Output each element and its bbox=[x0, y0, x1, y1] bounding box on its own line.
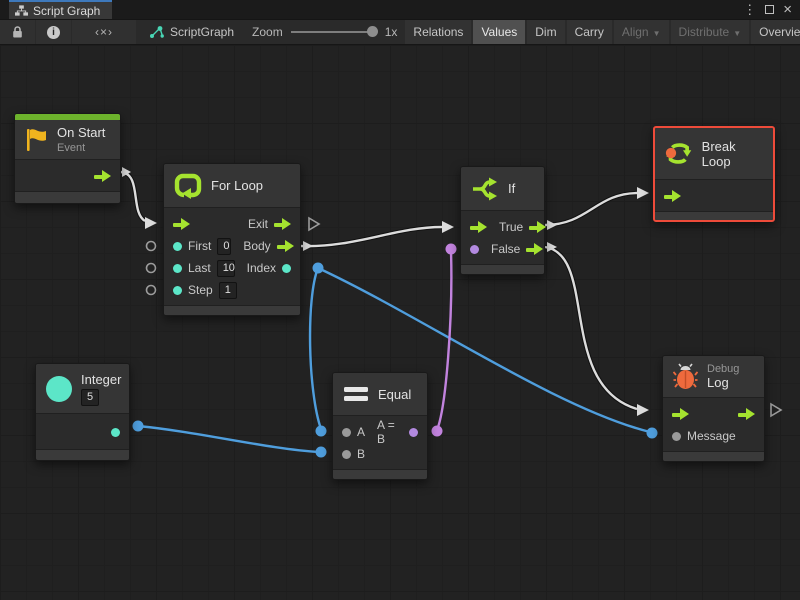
unity-script-graph-window: Script Graph ⋮ × i ‹×› bbox=[0, 0, 800, 600]
body-port-label: Body bbox=[243, 239, 270, 253]
toolbar-buttons: Relations Values Dim Carry Align ▼ Distr… bbox=[405, 20, 800, 44]
integer-value-field[interactable]: 5 bbox=[81, 389, 99, 406]
node-footer bbox=[333, 469, 427, 479]
values-button[interactable]: Values bbox=[473, 20, 525, 44]
body-output-port[interactable] bbox=[277, 240, 294, 252]
node-title: Equal bbox=[378, 387, 411, 402]
last-value-field[interactable]: 10 bbox=[217, 260, 235, 277]
false-port-label: False bbox=[491, 242, 520, 256]
code-icon: ‹×› bbox=[95, 25, 113, 39]
index-output-port[interactable] bbox=[282, 264, 291, 273]
exit-port-label: Exit bbox=[248, 217, 268, 231]
last-input-port[interactable] bbox=[173, 264, 182, 273]
title-bar: Script Graph ⋮ × bbox=[0, 0, 800, 19]
index-port-label: Index bbox=[247, 261, 276, 275]
b-port-label: B bbox=[357, 447, 365, 461]
node-on-start[interactable]: On Start Event bbox=[14, 113, 121, 204]
window-menu-button[interactable]: ⋮ bbox=[743, 2, 756, 18]
overview-button[interactable]: Overview bbox=[751, 20, 800, 44]
align-dropdown[interactable]: Align ▼ bbox=[614, 20, 669, 44]
node-break-loop[interactable]: Break Loop bbox=[653, 126, 775, 222]
break-loop-icon bbox=[665, 140, 693, 167]
graph-toolbar: i ‹×› ScriptGraph Zoom 1x Relations bbox=[0, 19, 800, 45]
carry-button[interactable]: Carry bbox=[567, 20, 612, 44]
script-graph-icon bbox=[149, 25, 164, 39]
enter-input-port[interactable] bbox=[173, 218, 190, 230]
tab-title: Script Graph bbox=[33, 4, 100, 18]
tab-script-graph[interactable]: Script Graph bbox=[9, 0, 112, 19]
step-port-label: Step bbox=[188, 283, 213, 297]
edit-source-button[interactable]: ‹×› bbox=[72, 20, 136, 44]
node-debug-log[interactable]: Debug Log Message bbox=[662, 355, 765, 462]
a-input-port[interactable] bbox=[342, 428, 351, 437]
node-title: Log bbox=[707, 375, 739, 390]
graph-name-label: ScriptGraph bbox=[170, 25, 234, 39]
zoom-slider-handle[interactable] bbox=[367, 26, 378, 37]
equals-icon bbox=[343, 386, 369, 402]
first-value-field[interactable]: 0 bbox=[217, 238, 231, 255]
zoom-value: 1x bbox=[385, 25, 398, 39]
lock-icon bbox=[11, 25, 24, 39]
window-maximize-button[interactable] bbox=[765, 5, 774, 14]
graph-identity: ScriptGraph bbox=[137, 20, 246, 44]
node-footer bbox=[461, 264, 544, 274]
node-footer bbox=[164, 305, 300, 315]
condition-input-port[interactable] bbox=[470, 245, 479, 254]
true-output-port[interactable] bbox=[529, 221, 546, 233]
node-integer[interactable]: Integer 5 bbox=[35, 363, 130, 461]
step-value-field[interactable]: 1 bbox=[219, 282, 237, 299]
node-footer bbox=[15, 191, 120, 203]
info-icon: i bbox=[47, 26, 60, 39]
integer-type-icon bbox=[46, 376, 72, 402]
lock-button[interactable] bbox=[0, 20, 35, 44]
node-category: Debug bbox=[707, 363, 739, 375]
zoom-control: Zoom 1x bbox=[246, 20, 403, 44]
first-port-label: First bbox=[188, 239, 211, 253]
node-subtitle: Event bbox=[57, 142, 105, 154]
window-close-button[interactable]: × bbox=[783, 1, 792, 18]
b-input-port[interactable] bbox=[342, 450, 351, 459]
node-footer bbox=[36, 449, 129, 460]
enter-input-port[interactable] bbox=[672, 408, 689, 420]
a-port-label: A bbox=[357, 425, 365, 439]
node-title: Break Loop bbox=[702, 139, 763, 169]
node-title: If bbox=[508, 181, 515, 196]
inspect-button[interactable]: i bbox=[36, 20, 71, 44]
false-output-port[interactable] bbox=[526, 243, 543, 255]
node-footer bbox=[663, 451, 764, 461]
graph-hierarchy-icon bbox=[15, 5, 28, 16]
message-input-port[interactable] bbox=[672, 432, 681, 441]
result-port-label: A = B bbox=[377, 418, 403, 446]
zoom-slider[interactable] bbox=[291, 31, 377, 33]
flag-icon bbox=[25, 127, 48, 153]
bug-icon bbox=[673, 363, 698, 390]
message-port-label: Message bbox=[687, 429, 736, 443]
node-title: For Loop bbox=[211, 178, 263, 193]
for-loop-icon bbox=[174, 173, 202, 199]
node-if[interactable]: If True False bbox=[460, 166, 545, 275]
chevron-down-icon: ▼ bbox=[653, 29, 661, 38]
zoom-label: Zoom bbox=[252, 25, 283, 39]
last-port-label: Last bbox=[188, 261, 211, 275]
true-port-label: True bbox=[499, 220, 523, 234]
branch-icon bbox=[471, 177, 499, 201]
node-title: On Start bbox=[57, 125, 105, 140]
step-input-port[interactable] bbox=[173, 286, 182, 295]
distribute-dropdown[interactable]: Distribute ▼ bbox=[671, 20, 750, 44]
node-equal[interactable]: Equal A A = B B bbox=[332, 372, 428, 480]
relations-button[interactable]: Relations bbox=[405, 20, 471, 44]
integer-output-port[interactable] bbox=[111, 428, 120, 437]
node-title: Integer bbox=[81, 372, 121, 387]
trigger-output-port[interactable] bbox=[94, 170, 111, 182]
node-footer bbox=[655, 211, 773, 220]
enter-input-port[interactable] bbox=[664, 190, 681, 202]
node-for-loop[interactable]: For Loop Exit First 0 Body Last 10 bbox=[163, 163, 301, 316]
first-input-port[interactable] bbox=[173, 242, 182, 251]
exit-output-port[interactable] bbox=[738, 408, 755, 420]
exit-output-port[interactable] bbox=[274, 218, 291, 230]
chevron-down-icon: ▼ bbox=[733, 29, 741, 38]
dim-button[interactable]: Dim bbox=[527, 20, 564, 44]
result-output-port[interactable] bbox=[409, 428, 418, 437]
enter-input-port[interactable] bbox=[470, 221, 487, 233]
